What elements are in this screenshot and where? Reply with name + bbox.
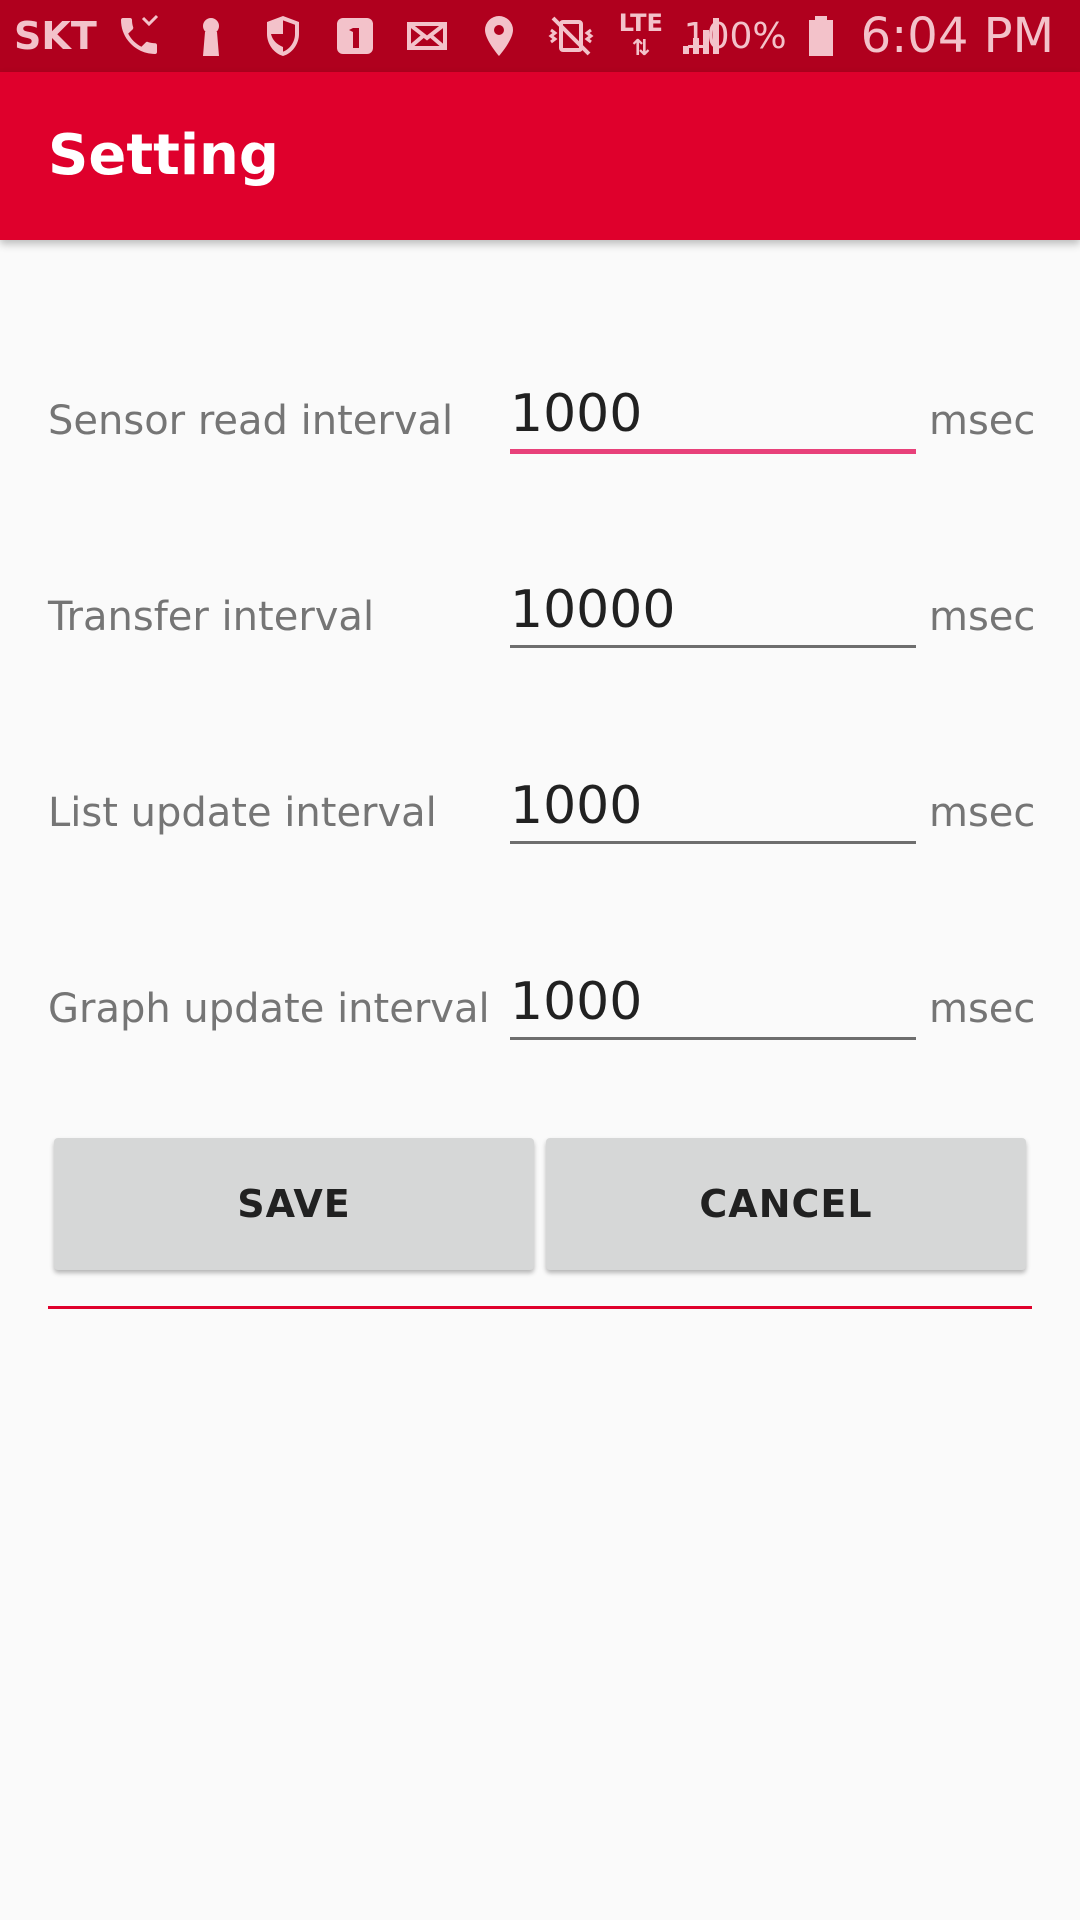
sensor-read-interval-input[interactable]: [510, 379, 916, 454]
clock: 6:04 PM: [860, 8, 1054, 64]
notification-badge-icon: [331, 12, 379, 60]
cancel-button[interactable]: CANCEL: [546, 1138, 1026, 1270]
app-bar: Setting: [0, 72, 1080, 240]
lte-icon: LTE ⇅: [618, 9, 663, 61]
list-update-interval-label: List update interval: [48, 790, 437, 836]
setting-row-transfer: Transfer interval msec: [0, 557, 1080, 677]
battery-icon: [797, 12, 845, 60]
setting-row-sensor-read: Sensor read interval msec: [0, 361, 1080, 481]
phone-missed-icon: [115, 12, 163, 60]
graph-update-interval-input[interactable]: [510, 967, 916, 1040]
battery-percent: 100%: [683, 15, 787, 57]
sensor-read-interval-label: Sensor read interval: [48, 398, 454, 444]
transfer-interval-input[interactable]: [510, 575, 916, 648]
transfer-interval-unit: msec: [929, 594, 1036, 640]
location-pin-icon: [475, 12, 523, 60]
save-button[interactable]: SAVE: [54, 1138, 534, 1270]
network-type-label: LTE: [618, 9, 663, 37]
list-update-interval-input[interactable]: [510, 771, 916, 844]
page-title: Setting: [48, 123, 279, 188]
status-bar-left: SKT LTE ⇅: [14, 0, 749, 72]
sensor-read-interval-unit: msec: [929, 398, 1036, 444]
vibrate-off-icon: [547, 12, 595, 60]
graph-update-interval-label: Graph update interval: [48, 986, 490, 1032]
shield-icon: [259, 12, 307, 60]
setting-row-list-update: List update interval msec: [0, 753, 1080, 873]
transfer-interval-label: Transfer interval: [48, 594, 375, 640]
list-update-interval-unit: msec: [929, 790, 1036, 836]
graph-update-interval-unit: msec: [929, 986, 1036, 1032]
status-bar: SKT LTE ⇅ 100% 6:04 PM: [0, 0, 1080, 72]
mail-icon: [403, 12, 451, 60]
status-bar-right: 100% 6:04 PM: [684, 0, 1054, 72]
setting-row-graph-update: Graph update interval msec: [0, 949, 1080, 1069]
carrier-label: SKT: [14, 14, 97, 58]
divider: [48, 1306, 1032, 1309]
keyhole-icon: [187, 12, 235, 60]
